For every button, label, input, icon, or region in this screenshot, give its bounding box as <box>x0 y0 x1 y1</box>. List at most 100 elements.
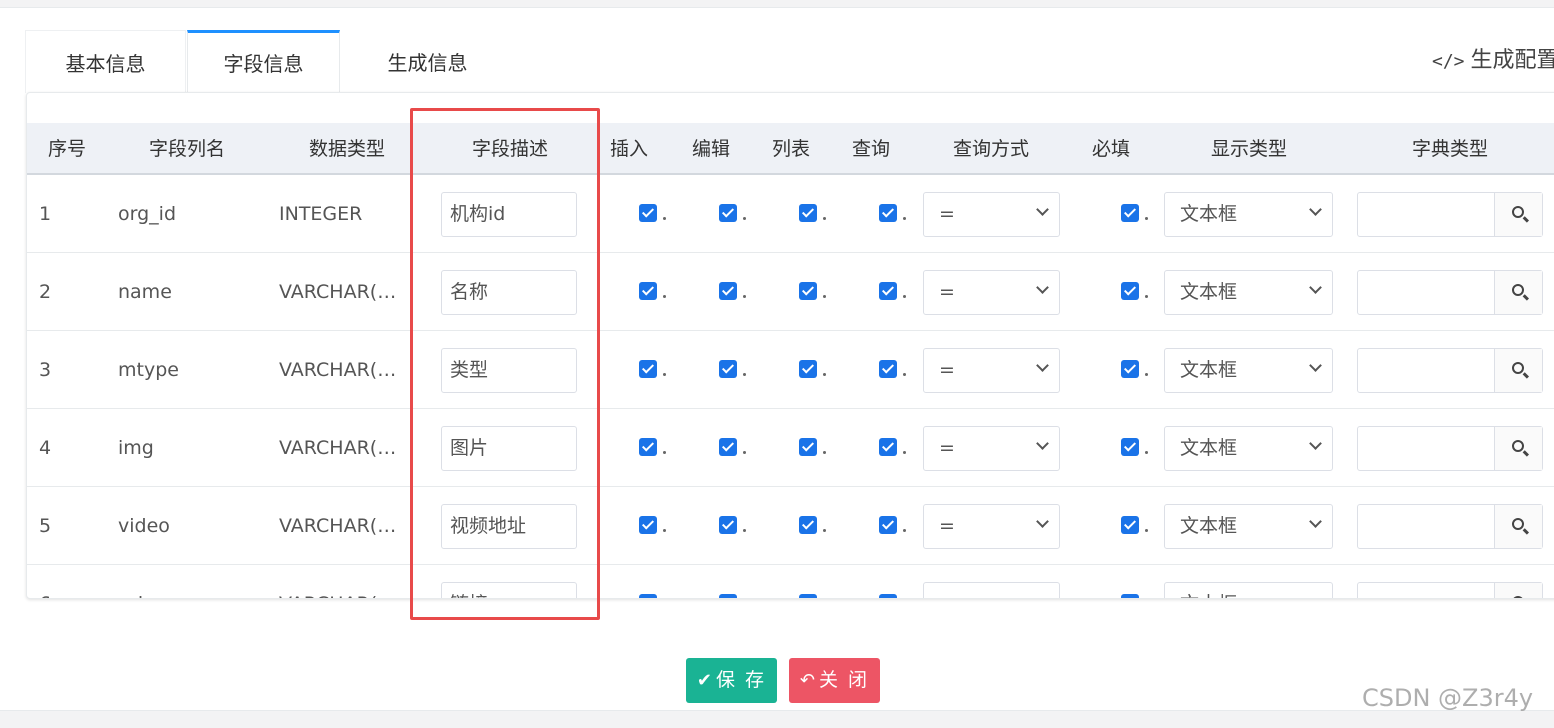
col-dict-type: 字典类型 <box>1411 138 1488 160</box>
display-type-select[interactable]: 文本框 <box>1164 582 1333 598</box>
insert-checkbox[interactable] <box>639 594 657 598</box>
dict-type-input[interactable] <box>1357 348 1543 393</box>
list-checkbox[interactable] <box>799 594 817 598</box>
desc-input[interactable]: 链接 <box>441 582 577 598</box>
query-checkbox[interactable] <box>879 204 897 222</box>
desc-input[interactable]: 名称 <box>441 270 577 315</box>
desc-input[interactable]: 图片 <box>441 426 577 471</box>
top-strip <box>0 0 1554 8</box>
tab-field-info[interactable]: 字段信息 <box>187 30 340 93</box>
query-checkbox[interactable] <box>879 516 897 534</box>
query-type-value: = <box>939 281 955 303</box>
query-type-select[interactable]: = <box>923 504 1060 549</box>
col-name: 字段列名 <box>148 138 225 160</box>
dict-search-button[interactable] <box>1494 349 1542 392</box>
row-data-type: VARCHAR(… <box>279 515 397 537</box>
chevron-down-icon <box>1309 281 1322 294</box>
dict-type-input[interactable] <box>1357 582 1543 598</box>
tab-basic-info[interactable]: 基本信息 <box>25 30 186 93</box>
dict-type-input[interactable] <box>1357 192 1543 237</box>
required-checkbox[interactable] <box>1121 594 1139 598</box>
required-checkbox[interactable] <box>1121 438 1139 456</box>
list-checkbox[interactable] <box>799 282 817 300</box>
insert-checkbox[interactable] <box>639 204 657 222</box>
col-list: 列表 <box>771 138 810 160</box>
row-index: 5 <box>39 515 52 537</box>
list-checkbox[interactable] <box>799 516 817 534</box>
chevron-down-icon <box>1036 359 1049 372</box>
generate-config-link[interactable]: </> 生成配置 <box>1432 42 1554 74</box>
query-checkbox[interactable] <box>879 594 897 598</box>
save-button[interactable]: ✔ 保 存 <box>686 658 777 703</box>
list-checkbox[interactable] <box>799 360 817 378</box>
edit-checkbox[interactable] <box>719 282 737 300</box>
chevron-down-icon <box>1309 203 1322 216</box>
query-type-select[interactable]: = <box>923 270 1060 315</box>
dict-search-button[interactable] <box>1494 427 1542 470</box>
row-column-name: mtype <box>118 359 179 381</box>
edit-checkbox[interactable] <box>719 360 737 378</box>
dict-type-input[interactable] <box>1357 504 1543 549</box>
required-checkbox[interactable] <box>1121 516 1139 534</box>
required-checkbox[interactable] <box>1121 360 1139 378</box>
check-icon: ✔ <box>696 670 715 691</box>
display-type-select[interactable]: 文本框 <box>1164 426 1333 471</box>
table-row: 2 name VARCHAR(… 名称 = 文本框 <box>27 253 1554 331</box>
checkbox-dot <box>743 373 746 376</box>
checkbox-dot <box>823 451 826 454</box>
checkbox-dot <box>663 529 666 532</box>
list-checkbox[interactable] <box>799 204 817 222</box>
display-type-value: 文本框 <box>1180 203 1238 225</box>
desc-input[interactable]: 视频地址 <box>441 504 577 549</box>
query-checkbox[interactable] <box>879 360 897 378</box>
query-type-select[interactable]: = <box>923 348 1060 393</box>
checkbox-dot <box>823 529 826 532</box>
display-type-select[interactable]: 文本框 <box>1164 348 1333 393</box>
display-type-select[interactable]: 文本框 <box>1164 504 1333 549</box>
checkbox-dot <box>903 217 906 220</box>
dict-search-button[interactable] <box>1494 193 1542 236</box>
chevron-down-icon <box>1036 281 1049 294</box>
tab-generate-info[interactable]: 生成信息 <box>341 30 514 93</box>
dict-type-input[interactable] <box>1357 270 1543 315</box>
insert-checkbox[interactable] <box>639 516 657 534</box>
generate-config-label: 生成配置 <box>1470 48 1554 73</box>
desc-input[interactable]: 类型 <box>441 348 577 393</box>
display-type-value: 文本框 <box>1180 437 1238 459</box>
query-type-select[interactable]: = <box>923 192 1060 237</box>
query-type-value: = <box>939 515 955 537</box>
required-checkbox[interactable] <box>1121 204 1139 222</box>
display-type-select[interactable]: 文本框 <box>1164 270 1333 315</box>
chevron-down-icon <box>1309 593 1322 598</box>
query-checkbox[interactable] <box>879 282 897 300</box>
table-row: 6 url VARCHAR(… 链接 = 文本框 <box>27 565 1554 598</box>
list-checkbox[interactable] <box>799 438 817 456</box>
dict-search-button[interactable] <box>1494 505 1542 548</box>
close-button[interactable]: ↶ 关 闭 <box>789 658 880 703</box>
query-type-select[interactable]: = <box>923 582 1060 598</box>
search-icon <box>1512 440 1524 452</box>
save-label: 保 存 <box>716 669 767 691</box>
insert-checkbox[interactable] <box>639 360 657 378</box>
edit-checkbox[interactable] <box>719 594 737 598</box>
display-type-select[interactable]: 文本框 <box>1164 192 1333 237</box>
query-type-select[interactable]: = <box>923 426 1060 471</box>
insert-checkbox[interactable] <box>639 282 657 300</box>
checkbox-dot <box>1145 295 1148 298</box>
required-checkbox[interactable] <box>1121 282 1139 300</box>
query-type-value: = <box>939 359 955 381</box>
insert-checkbox[interactable] <box>639 438 657 456</box>
col-query-type: 查询方式 <box>952 138 1029 160</box>
checkbox-dot <box>903 529 906 532</box>
edit-checkbox[interactable] <box>719 438 737 456</box>
dict-type-input[interactable] <box>1357 426 1543 471</box>
dict-search-button[interactable] <box>1494 583 1542 598</box>
desc-input[interactable]: 机构id <box>441 192 577 237</box>
row-data-type: VARCHAR(… <box>279 565 409 598</box>
dict-search-button[interactable] <box>1494 271 1542 314</box>
reply-icon: ↶ <box>799 670 818 691</box>
query-checkbox[interactable] <box>879 438 897 456</box>
edit-checkbox[interactable] <box>719 204 737 222</box>
checkbox-dot <box>743 295 746 298</box>
edit-checkbox[interactable] <box>719 516 737 534</box>
